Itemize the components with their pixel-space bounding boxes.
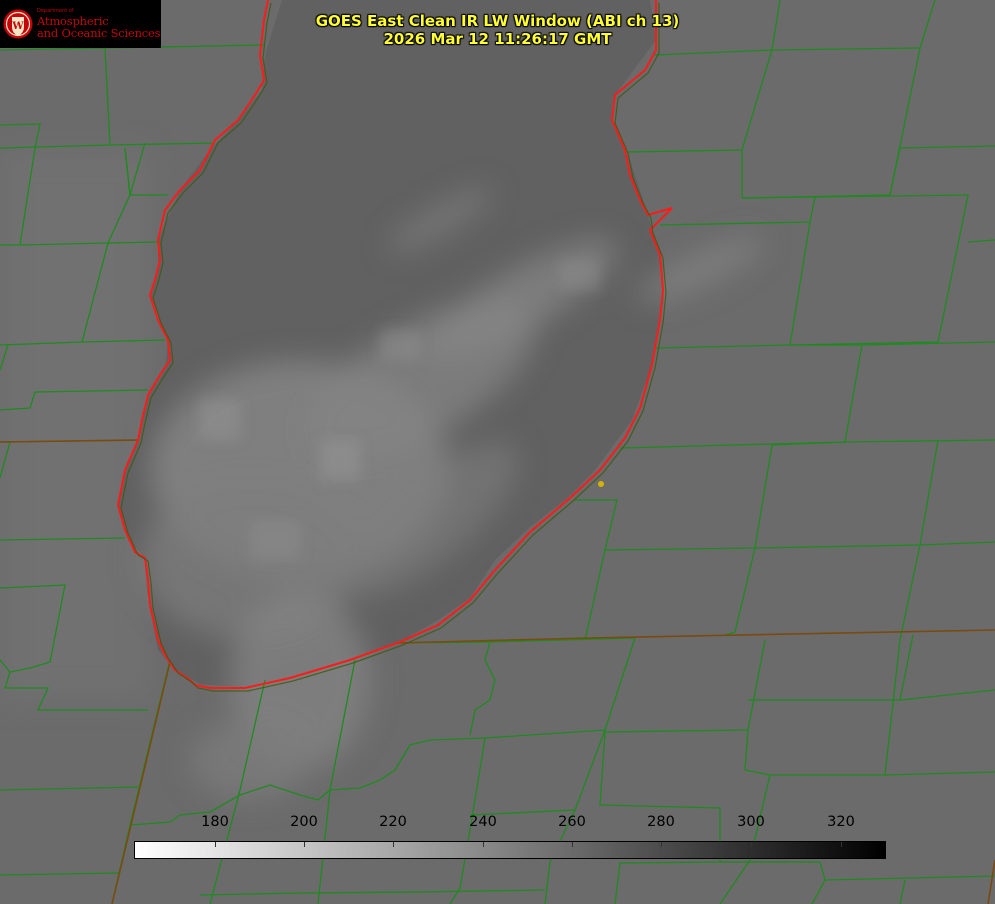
colorbar-tick [572, 842, 573, 847]
colorbar-tick [304, 842, 305, 847]
colorbar-tick-label: 180 [201, 814, 229, 830]
station-marker [598, 481, 604, 487]
colorbar-tick [215, 842, 216, 847]
colorbar-tick-label: 260 [558, 814, 586, 830]
colorbar-tick [393, 842, 394, 847]
colorbar-tick-label: 320 [827, 814, 855, 830]
colorbar-tick [483, 842, 484, 847]
colorbar-tick-label: 300 [737, 814, 765, 830]
map-timestamp: 2026 Mar 12 11:26:17 GMT [383, 30, 612, 48]
colorbar-tick-label: 200 [290, 814, 318, 830]
colorbar-tick [661, 842, 662, 847]
colorbar-tick-label: 240 [469, 814, 497, 830]
colorbar-tick-label: 280 [647, 814, 675, 830]
colorbar-tick-label: 220 [379, 814, 407, 830]
satellite-map [0, 0, 995, 904]
colorbar-labels: 180 200 220 240 260 280 300 320 [0, 814, 995, 834]
colorbar-tick [751, 842, 752, 847]
colorbar [134, 841, 886, 859]
map-title: GOES East Clean IR LW Window (ABI ch 13) [315, 12, 680, 30]
colorbar-tick [841, 842, 842, 847]
